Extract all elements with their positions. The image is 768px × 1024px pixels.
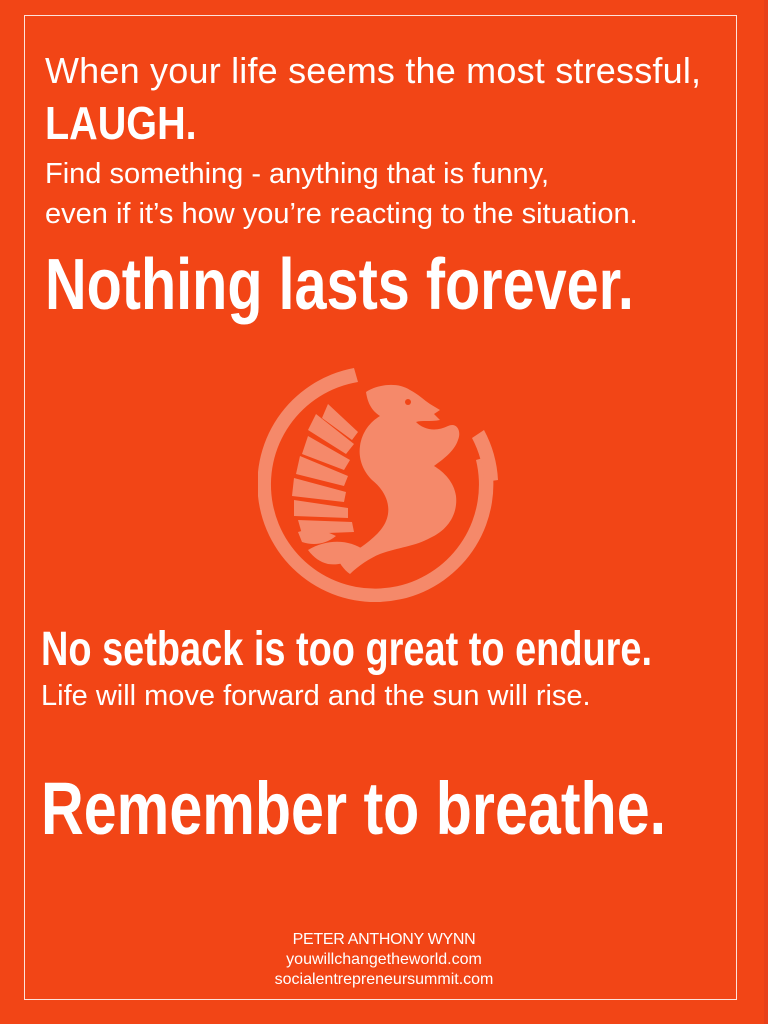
quote-find-line-2: even if it’s how you’re reacting to the … [45,198,638,230]
phoenix-emblem-icon [258,368,498,603]
website-link-1: youwillchangetheworld.com [286,951,482,968]
poster: { "quote": { "line1": "When your life se… [0,0,768,1024]
author-name: PETER ANTHONY WYNN [292,931,476,948]
quote-find-line-1: Find something - anything that is funny, [45,158,550,190]
quote-no-setback: No setback is too great to endure. [41,623,653,676]
quote-life-moves-forward: Life will move forward and the sun will … [41,680,591,712]
quote-line-intro: When your life seems the most stressful, [45,50,702,91]
quote-remember-to-breathe: Remember to breathe. [41,767,667,850]
quote-laugh: LAUGH. [45,97,197,149]
quote-nothing-lasts-forever: Nothing lasts forever. [45,245,634,325]
right-edge-strip [764,0,768,1024]
website-link-2: socialentrepreneursummit.com [274,971,494,988]
credits-block: PETER ANTHONY WYNN youwillchangetheworld… [0,930,768,990]
